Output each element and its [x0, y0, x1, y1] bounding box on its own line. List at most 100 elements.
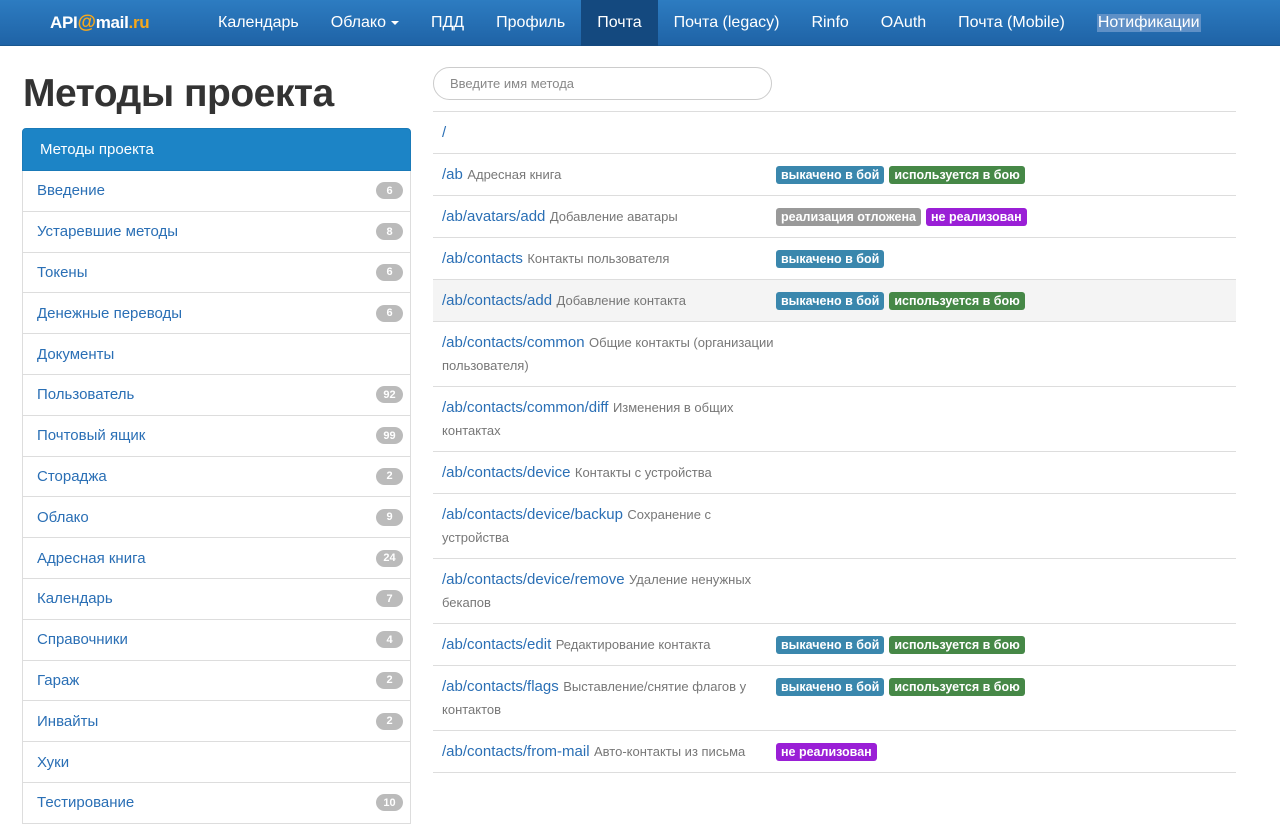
- nav-item[interactable]: Облако: [315, 0, 415, 46]
- sidebar-item[interactable]: Токены 6: [22, 252, 411, 294]
- method-description: Авто-контакты из письма: [594, 744, 746, 759]
- method-row: /ab/contacts/add Добавление контакта выка…: [433, 280, 1236, 322]
- sidebar-item[interactable]: Почтовый ящик 99: [22, 415, 411, 457]
- count-badge: 6: [376, 304, 403, 322]
- method-name-cell: /ab/contacts/device/remove Удаление нену…: [442, 568, 776, 614]
- status-badge: реализация отложена: [776, 208, 921, 226]
- count-badge: 2: [376, 712, 403, 730]
- method-name-cell: /ab/contacts/add Добавление контакта: [442, 289, 776, 312]
- method-path-link[interactable]: /ab/contacts/device: [442, 464, 570, 481]
- method-row: /ab Адресная книга выкачено в бой использу…: [433, 154, 1236, 196]
- method-path-link[interactable]: /ab/contacts/from-mail: [442, 743, 590, 760]
- sidebar-item[interactable]: Тестирование 10: [22, 782, 411, 824]
- method-name-cell: /ab/contacts/common/diff Изменения в общ…: [442, 396, 776, 442]
- method-path-link[interactable]: /ab/contacts/flags: [442, 678, 559, 695]
- nav-item[interactable]: Почта (Mobile): [942, 0, 1081, 46]
- sidebar-item[interactable]: Справочники 4: [22, 619, 411, 661]
- sidebar-item-label: Почтовый ящик: [37, 427, 146, 445]
- sidebar-item[interactable]: Хуки: [22, 742, 411, 783]
- count-badge: 8: [376, 223, 403, 241]
- count-badge: 92: [376, 386, 403, 404]
- nav-item[interactable]: Почта: [581, 0, 658, 46]
- nav-item[interactable]: Нотификации: [1081, 0, 1217, 46]
- sidebar-item-label: Тестирование: [37, 794, 135, 812]
- sidebar-item[interactable]: Стораджа 2: [22, 456, 411, 498]
- nav-item-label: ПДД: [430, 14, 465, 31]
- sidebar-item[interactable]: Инвайты 2: [22, 701, 411, 743]
- method-description: Контакты с устройства: [574, 465, 712, 480]
- method-description: Добавление аватары: [549, 209, 678, 224]
- status-badge: используется в бою: [889, 636, 1025, 654]
- method-name-cell: /ab/avatars/add Добавление аватары: [442, 205, 776, 228]
- sidebar-item[interactable]: Документы: [22, 334, 411, 375]
- method-name-cell: /ab/contacts/device Контакты с устройств…: [442, 461, 776, 484]
- nav-item[interactable]: Календарь: [202, 0, 315, 46]
- method-path-link[interactable]: /ab/contacts/common/diff: [442, 399, 608, 416]
- method-name-cell: /ab/contacts Контакты пользователя: [442, 247, 776, 270]
- method-path-link[interactable]: /ab/contacts/common: [442, 334, 585, 351]
- method-description: Контакты пользователя: [527, 251, 670, 266]
- status-badge: выкачено в бой: [776, 636, 885, 654]
- brand-at: @: [77, 12, 96, 33]
- sidebar-item-label: Календарь: [37, 590, 113, 608]
- sidebar-header[interactable]: Методы проекта: [22, 128, 411, 171]
- sidebar-item[interactable]: Введение 6: [22, 171, 411, 212]
- method-path-link[interactable]: /: [442, 124, 446, 141]
- method-path-link[interactable]: /ab/avatars/add: [442, 208, 545, 225]
- method-path-link[interactable]: /ab/contacts/device/backup: [442, 506, 623, 523]
- method-row: /ab/contacts/device/remove Удаление нену…: [433, 559, 1236, 624]
- sidebar-item[interactable]: Устаревшие методы 8: [22, 211, 411, 253]
- method-tags: выкачено в бой используется в бою: [776, 633, 1025, 656]
- method-path-link[interactable]: /ab/contacts/edit: [442, 636, 551, 653]
- count-badge: 10: [376, 794, 403, 812]
- method-row: /ab/contacts/device Контакты с устройств…: [433, 452, 1236, 494]
- sidebar-item-label: Гараж: [37, 671, 80, 689]
- nav-item-label: Почта: [597, 14, 642, 31]
- sidebar-item[interactable]: Пользователь 92: [22, 374, 411, 416]
- method-row: /ab/contacts/from-mail Авто-контакты из …: [433, 731, 1236, 773]
- nav-item-label: Календарь: [218, 14, 299, 31]
- sidebar-item-label: Облако: [37, 508, 89, 526]
- brand-logo[interactable]: API @ mail .ru: [50, 12, 150, 34]
- sidebar-item[interactable]: Денежные переводы 6: [22, 293, 411, 335]
- method-path-link[interactable]: /ab/contacts: [442, 250, 523, 267]
- nav-item[interactable]: Профиль: [480, 0, 581, 46]
- nav-item[interactable]: Rinfo: [795, 0, 864, 46]
- method-path-link[interactable]: /ab/contacts/device/remove: [442, 571, 625, 588]
- nav-item-label: OAuth: [880, 14, 927, 31]
- sidebar-item-label: Справочники: [37, 631, 128, 649]
- nav-item[interactable]: ПДД: [415, 0, 480, 46]
- nav-item[interactable]: Почта (legacy): [658, 0, 796, 46]
- status-badge: выкачено в бой: [776, 292, 885, 310]
- count-badge: 2: [376, 467, 403, 485]
- method-row: /ab/contacts/flags Выставление/снятие фл…: [433, 666, 1236, 731]
- count-badge: 9: [376, 508, 403, 526]
- method-tags: выкачено в бой: [776, 247, 885, 270]
- methods-list: / /ab Адресная книга выкачено в бой использ…: [433, 111, 1236, 773]
- status-badge: выкачено в бой: [776, 678, 885, 696]
- caret-down-icon: [390, 21, 399, 25]
- sidebar-item-label: Введение: [37, 182, 105, 200]
- count-badge: 6: [376, 263, 403, 281]
- nav-item[interactable]: OAuth: [865, 0, 942, 46]
- sidebar-item-label: Хуки: [37, 753, 70, 771]
- method-tags: выкачено в бой используется в бою: [776, 675, 1025, 721]
- count-badge: 7: [376, 590, 403, 608]
- sidebar-item[interactable]: Адресная книга 24: [22, 538, 411, 579]
- method-name-cell: /ab/contacts/device/backup Сохранение с …: [442, 503, 776, 549]
- method-path-link[interactable]: /ab/contacts/add: [442, 292, 552, 309]
- nav-item-label: Облако: [330, 14, 386, 31]
- method-path-link[interactable]: /ab: [442, 166, 463, 183]
- method-name-cell: /ab/contacts/flags Выставление/снятие фл…: [442, 675, 776, 721]
- sidebar-item[interactable]: Календарь 7: [22, 578, 411, 620]
- status-badge: используется в бою: [889, 292, 1025, 310]
- method-row: /ab/contacts/common Общие контакты (орга…: [433, 322, 1236, 387]
- method-search-input[interactable]: [433, 67, 772, 100]
- sidebar-item[interactable]: Гараж 2: [22, 660, 411, 702]
- sidebar-item-label: Пользователь: [37, 386, 135, 404]
- sidebar-item[interactable]: Облако 9: [22, 497, 411, 539]
- status-badge: не реализован: [776, 743, 877, 761]
- nav-item-label: Rinfo: [811, 14, 849, 31]
- count-badge: 4: [376, 631, 403, 649]
- method-row: /: [433, 112, 1236, 154]
